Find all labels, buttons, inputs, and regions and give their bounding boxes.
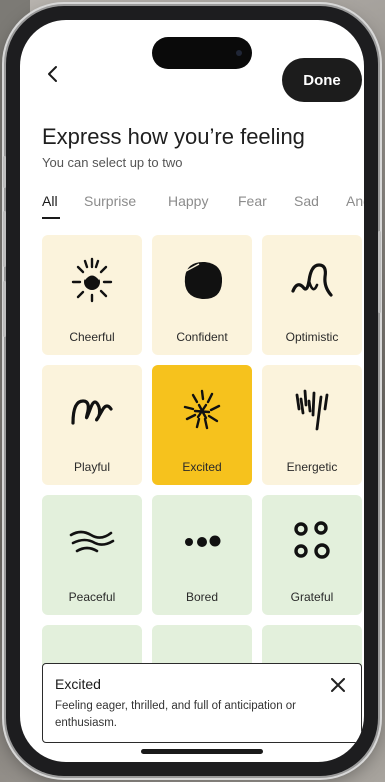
selected-feeling-title: Excited bbox=[55, 676, 101, 692]
feeling-card-confident[interactable]: Confident bbox=[152, 235, 252, 355]
cheerful-sun-icon bbox=[71, 257, 113, 303]
selected-feeling-panel: Excited Feeling eager, thrilled, and ful… bbox=[42, 663, 362, 743]
feeling-card-peaceful[interactable]: Peaceful bbox=[42, 495, 142, 615]
phone-volume-up bbox=[3, 211, 6, 267]
close-icon[interactable] bbox=[325, 672, 351, 698]
feeling-label: Peaceful bbox=[68, 590, 116, 604]
feeling-label: Energetic bbox=[286, 460, 338, 474]
feeling-label: Confident bbox=[176, 330, 228, 344]
grateful-circles-icon bbox=[294, 521, 330, 559]
feeling-card-bored[interactable]: Bored bbox=[152, 495, 252, 615]
selected-feeling-description: Feeling eager, thrilled, and full of ant… bbox=[55, 700, 297, 729]
category-tabs: All Surprise Happy Fear Sad Ang bbox=[42, 193, 364, 223]
phone-power-button bbox=[378, 231, 381, 313]
feeling-label: Excited bbox=[182, 460, 222, 474]
feeling-card-grateful[interactable]: Grateful bbox=[262, 495, 362, 615]
feeling-card-cheerful[interactable]: Cheerful bbox=[42, 235, 142, 355]
feeling-label: Bored bbox=[185, 590, 219, 604]
feeling-label: Optimistic bbox=[285, 330, 339, 344]
optimistic-wave-icon bbox=[291, 263, 333, 297]
camera-icon bbox=[236, 50, 242, 56]
feeling-label: Cheerful bbox=[69, 330, 115, 344]
excited-burst-icon bbox=[183, 389, 221, 430]
bored-dots-icon bbox=[185, 535, 221, 547]
peaceful-waves-icon bbox=[69, 530, 115, 553]
page-subtitle: You can select up to two bbox=[42, 155, 183, 170]
phone-frame: Done Express how you’re feeling You can … bbox=[3, 6, 381, 776]
tab-surprise[interactable]: Surprise bbox=[84, 193, 136, 209]
active-tab-indicator bbox=[42, 217, 60, 219]
energetic-strokes-icon bbox=[295, 389, 329, 431]
confident-blob-icon bbox=[184, 261, 223, 300]
feeling-label: Grateful bbox=[290, 590, 334, 604]
app-screen: Done Express how you’re feeling You can … bbox=[20, 20, 364, 762]
done-button[interactable]: Done bbox=[282, 58, 362, 102]
home-indicator bbox=[141, 749, 263, 754]
feeling-grid: Cheerful Confident Optimistic Playful Ex… bbox=[42, 235, 364, 675]
chevron-left-icon[interactable] bbox=[38, 60, 66, 88]
feeling-card-energetic[interactable]: Energetic bbox=[262, 365, 362, 485]
feeling-label: Playful bbox=[73, 460, 111, 474]
dynamic-island bbox=[152, 37, 252, 69]
playful-loops-icon bbox=[71, 399, 113, 425]
feeling-card-playful[interactable]: Playful bbox=[42, 365, 142, 485]
tab-anger[interactable]: Ang bbox=[346, 193, 364, 209]
tab-fear[interactable]: Fear bbox=[238, 193, 267, 209]
page-title: Express how you’re feeling bbox=[42, 124, 305, 149]
phone-action-button bbox=[3, 156, 6, 188]
phone-volume-down bbox=[3, 281, 6, 337]
tab-sad[interactable]: Sad bbox=[294, 193, 319, 209]
tab-all[interactable]: All bbox=[42, 193, 58, 209]
tab-happy[interactable]: Happy bbox=[168, 193, 208, 209]
feeling-card-excited[interactable]: Excited bbox=[152, 365, 252, 485]
feeling-card-optimistic[interactable]: Optimistic bbox=[262, 235, 362, 355]
